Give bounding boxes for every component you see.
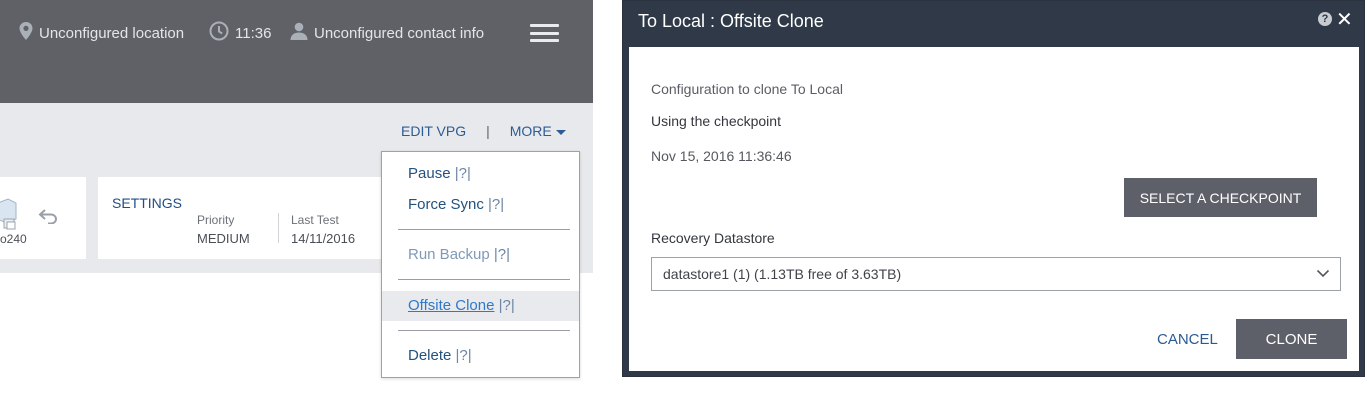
vpg-status-card: o240 bbox=[0, 177, 86, 259]
help-link[interactable]: |?| bbox=[499, 297, 515, 314]
help-icon[interactable]: ? bbox=[1318, 12, 1332, 26]
menu-item-label: Offsite Clone bbox=[408, 297, 495, 314]
last-test-label: Last Test bbox=[291, 213, 339, 227]
vpg-panel: Unconfigured location 11:36 Unconfigured… bbox=[0, 0, 593, 402]
help-link[interactable]: |?| bbox=[456, 347, 472, 364]
datastore-label: Recovery Datastore bbox=[651, 230, 775, 246]
caret-down-icon bbox=[555, 129, 566, 135]
menu-item-label: Pause bbox=[408, 165, 451, 182]
dialog-body: Configuration to clone To Local Using th… bbox=[629, 47, 1359, 371]
vm-icon bbox=[0, 197, 22, 236]
contact-info: Unconfigured contact info bbox=[290, 22, 484, 44]
config-text: Configuration to clone To Local bbox=[651, 81, 843, 97]
location-pin-icon bbox=[19, 22, 33, 44]
help-link[interactable]: |?| bbox=[488, 196, 504, 213]
undo-icon[interactable] bbox=[38, 208, 58, 229]
more-dropdown-menu: Pause |?| Force Sync |?| Run Backup |?| … bbox=[381, 151, 580, 378]
time-text: 11:36 bbox=[235, 24, 272, 42]
cancel-button[interactable]: CANCEL bbox=[1157, 331, 1218, 348]
help-link[interactable]: |?| bbox=[494, 246, 510, 263]
user-icon bbox=[290, 22, 308, 44]
menu-item-label: Delete bbox=[408, 347, 452, 364]
offsite-clone-dialog: To Local : Offsite Clone ? ✕ Configurati… bbox=[622, 0, 1365, 377]
location-text: Unconfigured location bbox=[39, 24, 185, 42]
menu-divider bbox=[398, 229, 570, 230]
priority-value: MEDIUM bbox=[197, 231, 250, 246]
menu-item-label: Run Backup bbox=[408, 246, 490, 263]
contact-text: Unconfigured contact info bbox=[314, 24, 485, 42]
menu-item-force-sync[interactable]: Force Sync |?| bbox=[408, 196, 504, 213]
settings-card: SETTINGS Priority MEDIUM Last Test 14/11… bbox=[98, 177, 398, 259]
more-dropdown[interactable]: MORE bbox=[510, 123, 566, 139]
checkpoint-value: Nov 15, 2016 11:36:46 bbox=[651, 148, 792, 164]
help-link[interactable]: |?| bbox=[455, 165, 471, 182]
checkpoint-label: Using the checkpoint bbox=[651, 113, 781, 129]
priority-label: Priority bbox=[197, 213, 235, 227]
last-test-value: 14/11/2016 bbox=[291, 231, 356, 246]
hamburger-menu-icon[interactable] bbox=[530, 24, 559, 42]
select-checkpoint-button[interactable]: SELECT A CHECKPOINT bbox=[1124, 178, 1317, 217]
clone-button[interactable]: CLONE bbox=[1236, 319, 1347, 359]
chevron-down-icon bbox=[1316, 266, 1330, 283]
menu-item-pause[interactable]: Pause |?| bbox=[408, 165, 471, 182]
more-label: MORE bbox=[509, 123, 552, 139]
toolbar-separator: | bbox=[486, 123, 490, 139]
clock-info: 11:36 bbox=[209, 21, 272, 45]
menu-item-offsite-clone[interactable]: Offsite Clone |?| bbox=[408, 297, 515, 314]
close-icon[interactable]: ✕ bbox=[1336, 7, 1353, 32]
datastore-value: datastore1 (1) (1.13TB free of 3.63TB) bbox=[663, 266, 902, 282]
settings-divider bbox=[278, 213, 279, 243]
clock-icon bbox=[209, 21, 229, 45]
menu-divider bbox=[398, 330, 570, 331]
datastore-select[interactable]: datastore1 (1) (1.13TB free of 3.63TB) bbox=[651, 257, 1341, 291]
location-info: Unconfigured location bbox=[19, 22, 184, 44]
top-bar: Unconfigured location 11:36 Unconfigured… bbox=[0, 0, 593, 103]
edit-vpg-link[interactable]: EDIT VPG bbox=[401, 123, 466, 139]
menu-item-label: Force Sync bbox=[408, 196, 484, 213]
vpg-number-text: o240 bbox=[0, 232, 27, 246]
settings-title: SETTINGS bbox=[112, 195, 183, 211]
menu-item-delete[interactable]: Delete |?| bbox=[408, 347, 472, 364]
dialog-title: To Local : Offsite Clone bbox=[638, 11, 824, 31]
menu-item-run-backup[interactable]: Run Backup |?| bbox=[408, 246, 510, 263]
menu-divider bbox=[398, 279, 570, 280]
